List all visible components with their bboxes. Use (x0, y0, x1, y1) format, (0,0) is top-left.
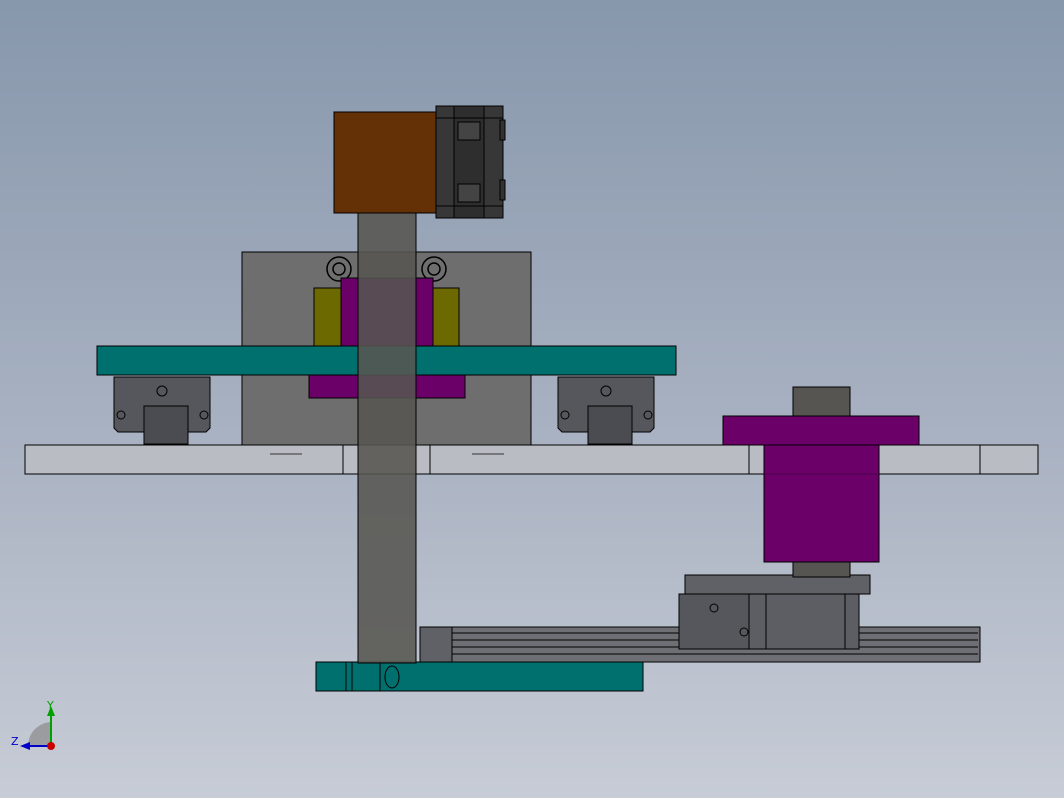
triad-plane-icon (28, 722, 52, 746)
z-axis-arrowhead-icon (20, 742, 30, 750)
x-axis-dot-icon (47, 742, 55, 750)
linear-guide-block-right[interactable] (557, 376, 655, 445)
motor-flange[interactable] (435, 105, 506, 219)
right-slider-block[interactable] (722, 415, 920, 563)
base-carriage-plate[interactable] (315, 661, 644, 692)
vertical-shaft[interactable] (357, 212, 417, 664)
linear-guide-block-left[interactable] (113, 376, 211, 445)
triad-z-label: Z (11, 735, 19, 748)
coordinate-triad (20, 706, 55, 750)
lower-linear-guide[interactable] (419, 574, 981, 663)
triad-y-label: Y (47, 699, 54, 712)
cad-assembly-canvas[interactable] (0, 0, 1064, 798)
base-rail[interactable] (24, 444, 1039, 475)
servo-motor[interactable] (333, 111, 438, 214)
cad-viewport[interactable]: Y Z (0, 0, 1064, 798)
